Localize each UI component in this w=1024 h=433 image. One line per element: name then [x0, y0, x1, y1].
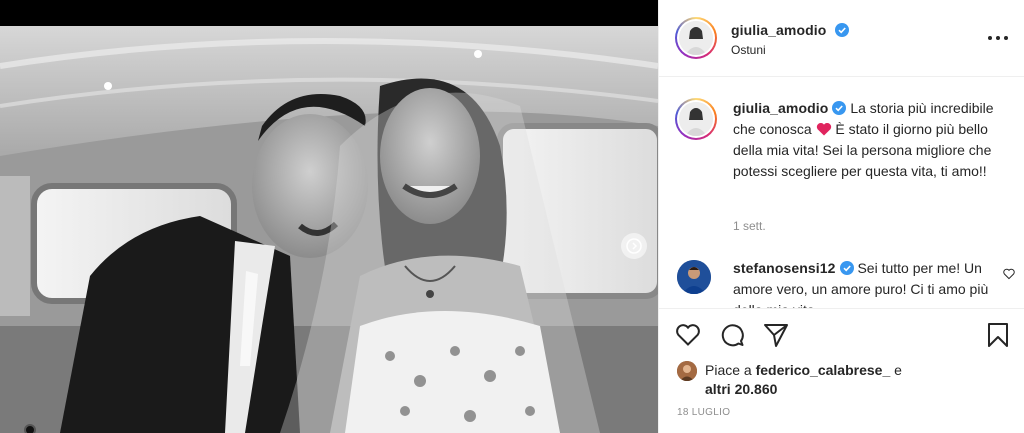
post-details-panel: giulia_amodio Ostuni giulia_amodio La st…: [658, 0, 1024, 433]
commenter-avatar[interactable]: [677, 260, 711, 294]
post-location[interactable]: Ostuni: [731, 43, 766, 57]
commenter-username[interactable]: stefanosensi12: [733, 260, 836, 276]
post-caption: giulia_amodio La storia più incredibile …: [675, 98, 1015, 182]
comment-like-heart-icon[interactable]: [1003, 268, 1015, 280]
more-horizontal-icon: [988, 36, 992, 40]
post-photo[interactable]: [0, 26, 658, 433]
paper-plane-icon[interactable]: [763, 322, 789, 348]
comment-item: stefanosensi12 Sei tutto per me! Un amor…: [675, 258, 1015, 308]
more-options-button[interactable]: [988, 30, 1008, 46]
verified-badge-icon: [834, 23, 849, 37]
likes-prefix: Piace a: [705, 362, 756, 378]
verified-badge-icon: [839, 261, 854, 275]
post-date[interactable]: 18 LUGLIO: [677, 407, 730, 418]
post-header: giulia_amodio Ostuni: [659, 0, 1024, 77]
author-username[interactable]: giulia_amodio: [731, 22, 826, 38]
heart-icon[interactable]: [675, 322, 701, 348]
likes-summary: Piace a federico_calabrese_ e altri 20.86…: [677, 361, 1007, 399]
caption-username[interactable]: giulia_amodio: [733, 100, 828, 116]
liker-username[interactable]: federico_calabrese_: [756, 362, 891, 378]
likes-others-count[interactable]: altri 20.860: [705, 381, 777, 397]
liker-avatar[interactable]: [677, 361, 697, 381]
likes-connector: e: [890, 362, 902, 378]
carousel-next-button[interactable]: [621, 233, 647, 259]
chevron-right-icon: [626, 238, 642, 254]
verified-badge-icon: [832, 101, 847, 115]
carousel-indicator: [24, 424, 36, 433]
post-media[interactable]: [0, 0, 658, 433]
caption-author-avatar[interactable]: [675, 98, 717, 140]
post-actions-area: Piace a federico_calabrese_ e altri 20.86…: [659, 308, 1024, 433]
comments-section[interactable]: giulia_amodio La storia più incredibile …: [659, 78, 1024, 308]
red-heart-emoji-icon: [816, 122, 831, 136]
caption-timestamp[interactable]: 1 sett.: [733, 219, 766, 233]
author-avatar[interactable]: [675, 17, 717, 59]
comment-icon[interactable]: [719, 322, 745, 348]
bookmark-icon[interactable]: [985, 322, 1011, 348]
